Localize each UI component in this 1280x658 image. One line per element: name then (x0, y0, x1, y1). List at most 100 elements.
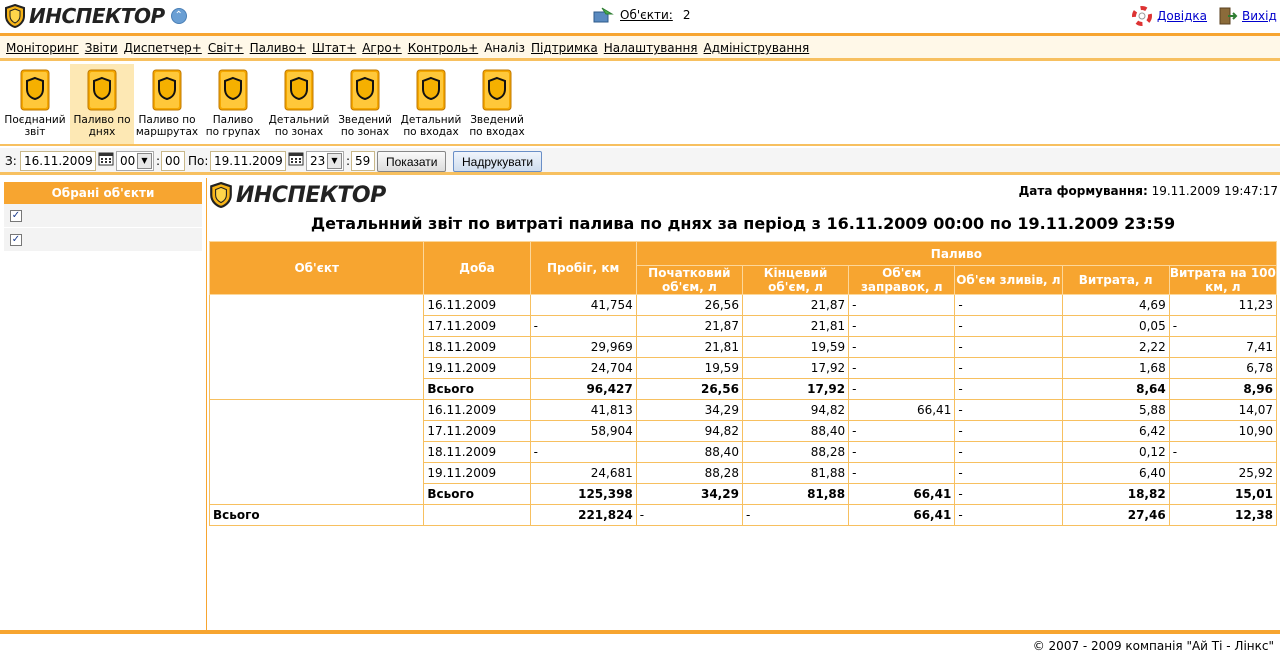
app-header: ИНСПЕКТОР ⌃ Об'єкти: 2 Довідка Вихід (0, 0, 1280, 33)
per100-cell: 12,38 (1168, 504, 1278, 526)
menu-item-fuel[interactable]: Паливо+ (250, 41, 306, 55)
toolbar-fuel-by-days[interactable]: Паливо по днях (70, 64, 134, 144)
time-separator: : (346, 154, 351, 168)
report-logo-text: ИНСПЕКТОР (236, 182, 386, 208)
main-menu: Моніторинг Звіти Диспетчер+ Світ+ Паливо… (0, 36, 1280, 61)
start-volume-cell: - (635, 504, 743, 526)
consumption-cell: 0,05 (1061, 315, 1170, 337)
mileage-cell: - (529, 315, 637, 337)
consumption-cell: 6,42 (1061, 420, 1170, 442)
grand-total-label: Всього (208, 504, 425, 526)
app-logo[interactable]: ИНСПЕКТОР ⌃ (5, 4, 187, 28)
mileage-cell: 125,398 (529, 483, 637, 505)
print-button[interactable]: Надрукувати (453, 151, 543, 172)
day-cell: 17.11.2009 (423, 315, 531, 337)
mileage-cell: 58,904 (529, 420, 637, 442)
toolbar-combined-report[interactable]: Поєднаний звіт (3, 64, 67, 144)
col-header-drain: Об'єм зливів, л (954, 265, 1063, 295)
consumption-cell: 2,22 (1061, 336, 1170, 358)
from-hour-select[interactable]: 00 ▼ (116, 151, 154, 171)
report-generated-date: Дата формування: 19.11.2009 19:47:17 (1019, 184, 1278, 198)
col-header-object: Об'єкт (208, 241, 425, 295)
toolbar-detailed-by-inputs[interactable]: Детальний по входах (399, 64, 463, 144)
to-label: По: (188, 154, 209, 168)
day-cell: 16.11.2009 (423, 294, 531, 316)
refuel-cell: - (848, 357, 956, 379)
object-checkbox[interactable]: ✓ (10, 234, 22, 246)
consumption-cell: 18,82 (1061, 483, 1170, 505)
total-label-cell: Всього (423, 378, 531, 400)
start-volume-cell: 26,56 (635, 378, 743, 400)
objects-count: 2 (682, 8, 691, 22)
menu-item-agro[interactable]: Агро+ (362, 41, 402, 55)
drain-cell: - (954, 483, 1063, 505)
menu-item-control[interactable]: Контроль+ (408, 41, 478, 55)
menu-item-staff[interactable]: Штат+ (312, 41, 356, 55)
per100-cell: 14,07 (1168, 399, 1278, 421)
logo-text: ИНСПЕКТОР (29, 4, 165, 28)
col-header-end-volume: Кінцевий об'єм, л (741, 265, 850, 295)
mileage-cell: 41,754 (529, 294, 637, 316)
to-hour-select[interactable]: 23 ▼ (306, 151, 344, 171)
exit-link[interactable]: Вихід (1242, 9, 1277, 23)
toolbar-summary-by-zones[interactable]: Зведений по зонах (333, 64, 397, 144)
report-folder-icon (350, 69, 380, 111)
menu-item-monitoring[interactable]: Моніторинг (6, 41, 79, 55)
day-cell: 19.11.2009 (423, 357, 531, 379)
consumption-cell: 5,88 (1061, 399, 1170, 421)
menu-item-world[interactable]: Світ+ (208, 41, 244, 55)
toolbar-detailed-by-zones[interactable]: Детальний по зонах (267, 64, 331, 144)
sidebar-title: Обрані об'єкти (4, 182, 202, 204)
collapse-header-icon[interactable]: ⌃ (170, 8, 187, 24)
menu-item-dispatcher[interactable]: Диспетчер+ (124, 41, 202, 55)
mileage-cell: 221,824 (529, 504, 637, 526)
report-folder-icon (20, 69, 50, 111)
toolbar-fuel-by-groups[interactable]: Паливо по групах (201, 64, 265, 144)
start-volume-cell: 26,56 (635, 294, 743, 316)
menu-item-reports[interactable]: Звіти (85, 41, 118, 55)
to-date-input[interactable]: 19.11.2009 (210, 151, 286, 171)
per100-cell: 8,96 (1168, 378, 1278, 400)
end-volume-cell: 94,82 (741, 399, 850, 421)
drain-cell: - (954, 420, 1063, 442)
report-folder-icon (284, 69, 314, 111)
refuel-cell: - (848, 315, 956, 337)
help-link-wrap: Довідка (1131, 6, 1207, 26)
calendar-icon[interactable] (98, 152, 114, 166)
from-date-input[interactable]: 16.11.2009 (20, 151, 96, 171)
drain-cell: - (954, 504, 1063, 526)
toolbar-summary-by-inputs[interactable]: Зведений по входах (465, 64, 529, 144)
mileage-cell: 24,681 (529, 462, 637, 484)
from-minute-input[interactable]: 00 (161, 151, 185, 171)
end-volume-cell: 88,40 (741, 420, 850, 442)
object-checkbox[interactable]: ✓ (10, 210, 22, 222)
menu-item-administration[interactable]: Адміністрування (704, 41, 810, 55)
exit-link-wrap: Вихід (1216, 6, 1277, 26)
menu-item-support[interactable]: Підтримка (531, 41, 598, 55)
start-volume-cell: 88,28 (635, 462, 743, 484)
col-header-day: Доба (423, 241, 531, 295)
lifebuoy-icon (1132, 6, 1152, 26)
per100-cell: 7,41 (1168, 336, 1278, 358)
shield-logo-icon (210, 182, 232, 208)
show-button[interactable]: Показати (377, 151, 447, 172)
calendar-icon[interactable] (288, 152, 304, 166)
objects-link[interactable]: Об'єкти: (620, 8, 673, 22)
end-volume-cell: 88,28 (741, 441, 850, 463)
drain-cell: - (954, 294, 1063, 316)
toolbar-fuel-by-routes[interactable]: Паливо по маршрутах (135, 64, 199, 144)
menu-item-analysis[interactable]: Аналіз (484, 41, 525, 55)
day-cell: 19.11.2009 (423, 462, 531, 484)
menu-item-settings[interactable]: Налаштування (604, 41, 698, 55)
col-header-per100: Витрата на 100 км, л (1168, 265, 1278, 295)
day-cell: 18.11.2009 (423, 336, 531, 358)
mileage-cell: 24,704 (529, 357, 637, 379)
consumption-cell: 4,69 (1061, 294, 1170, 316)
start-volume-cell: 21,87 (635, 315, 743, 337)
to-minute-input[interactable]: 59 (351, 151, 375, 171)
col-header-consumption: Витрата, л (1061, 265, 1170, 295)
report-folder-icon (218, 69, 248, 111)
drain-cell: - (954, 336, 1063, 358)
drain-cell: - (954, 357, 1063, 379)
help-link[interactable]: Довідка (1157, 9, 1207, 23)
